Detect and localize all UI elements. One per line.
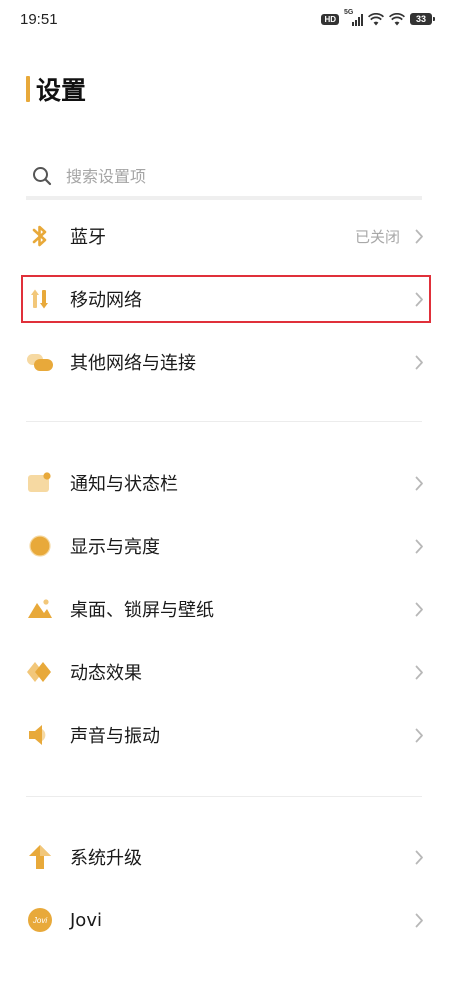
settings-item-jovi[interactable]: Jovi Jovi <box>26 895 426 945</box>
notification-icon <box>26 469 54 497</box>
battery-icon: 33 <box>410 13 435 25</box>
wifi-icon <box>368 12 384 25</box>
settings-item-label: 移动网络 <box>70 290 142 311</box>
page-title-text: 设置 <box>36 76 87 105</box>
cellular-signal-icon: 5G <box>344 9 363 26</box>
chevron-right-icon <box>412 847 426 867</box>
hd-badge: HD <box>321 13 339 25</box>
settings-item-mobile-network[interactable]: 移动网络 <box>26 274 426 324</box>
settings-item-animation[interactable]: 动态效果 <box>26 647 426 697</box>
settings-item-label: 桌面、锁屏与壁纸 <box>70 600 214 621</box>
jovi-icon-text: Jovi <box>32 916 47 925</box>
settings-item-bluetooth[interactable]: 蓝牙 已关闭 <box>26 211 426 261</box>
search-bar[interactable] <box>26 156 422 200</box>
chevron-right-icon <box>412 352 426 372</box>
upgrade-icon <box>26 843 54 871</box>
wallpaper-icon <box>26 595 54 623</box>
chevron-right-icon <box>412 226 426 246</box>
mobile-data-icon <box>26 285 54 313</box>
settings-item-notifications[interactable]: 通知与状态栏 <box>26 458 426 508</box>
status-icons: HD 5G 33 <box>321 9 435 26</box>
bluetooth-icon <box>26 222 54 250</box>
settings-item-label: Jovi <box>70 909 102 931</box>
chevron-right-icon <box>412 599 426 619</box>
section-divider <box>26 421 422 422</box>
settings-item-other-connections[interactable]: 其他网络与连接 <box>26 337 426 387</box>
status-time: 19:51 <box>20 10 58 28</box>
chevron-right-icon <box>412 725 426 745</box>
section-divider <box>26 796 422 797</box>
chevron-right-icon <box>412 662 426 682</box>
chevron-right-icon <box>412 536 426 556</box>
search-icon <box>33 167 52 186</box>
settings-item-label: 显示与亮度 <box>70 537 160 558</box>
bluetooth-status: 已关闭 <box>354 227 400 246</box>
chevron-right-icon <box>412 289 426 309</box>
settings-item-label: 通知与状态栏 <box>70 474 178 495</box>
brightness-icon <box>26 532 54 560</box>
status-bar: 19:51 HD 5G 33 <box>0 0 450 38</box>
settings-item-display[interactable]: 显示与亮度 <box>26 521 426 571</box>
animation-icon <box>26 658 54 686</box>
connections-icon <box>26 348 54 376</box>
chevron-right-icon <box>412 910 426 930</box>
settings-item-label: 动态效果 <box>70 663 142 684</box>
title-accent-bar <box>26 76 30 102</box>
search-input[interactable] <box>66 166 366 186</box>
settings-item-wallpaper[interactable]: 桌面、锁屏与壁纸 <box>26 584 426 634</box>
jovi-icon: Jovi <box>26 906 54 934</box>
settings-item-sound[interactable]: 声音与振动 <box>26 710 426 760</box>
chevron-right-icon <box>412 473 426 493</box>
network-type-label: 5G <box>344 8 354 16</box>
settings-item-label: 系统升级 <box>70 848 142 869</box>
settings-item-system-upgrade[interactable]: 系统升级 <box>26 832 426 882</box>
page-title: 设置 <box>26 72 86 106</box>
settings-item-label: 蓝牙 <box>70 227 106 248</box>
sound-icon <box>26 721 54 749</box>
settings-item-label: 声音与振动 <box>70 726 160 747</box>
settings-item-label: 其他网络与连接 <box>70 353 196 374</box>
wifi-icon <box>389 12 405 25</box>
